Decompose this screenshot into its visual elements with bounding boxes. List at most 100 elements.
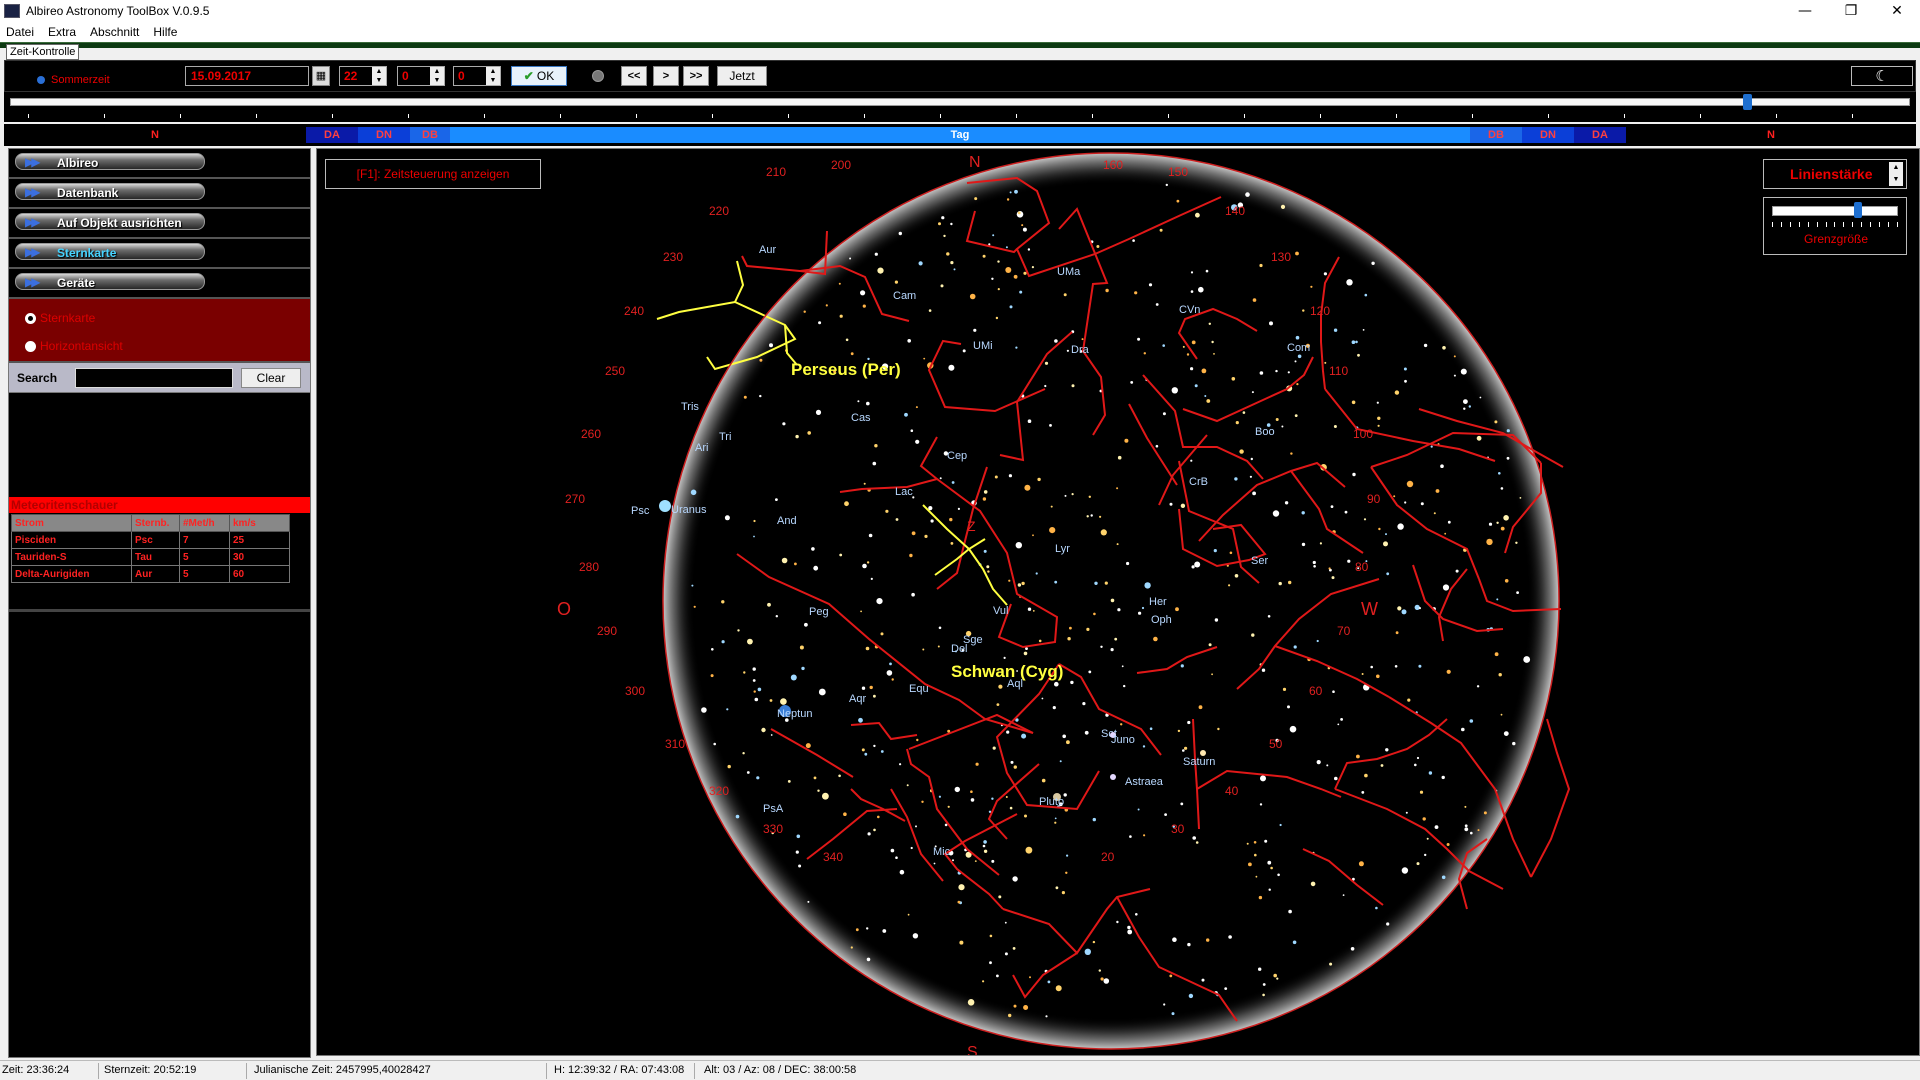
star	[1155, 444, 1159, 448]
star	[895, 518, 899, 521]
star	[857, 400, 860, 403]
star	[1268, 888, 1271, 891]
calendar-icon[interactable]: ▦	[312, 66, 330, 86]
table-row[interactable]: Tauriden-S Tau 5 30	[11, 548, 290, 566]
star	[1054, 580, 1058, 584]
star	[880, 750, 884, 753]
star	[1116, 920, 1119, 924]
star	[899, 869, 905, 875]
star	[818, 321, 822, 325]
star	[1252, 491, 1256, 496]
second-spin-arrows[interactable]: ▲ ▼	[486, 67, 500, 85]
time-control-tab[interactable]: Zeit-Kontrolle	[6, 44, 80, 60]
star	[1099, 515, 1102, 518]
star	[1352, 472, 1356, 477]
star	[1330, 505, 1334, 508]
line-width-spin-arrows[interactable]: ▲ ▼	[1889, 162, 1903, 186]
animation-indicator-icon[interactable]	[592, 70, 604, 82]
section-auf-objekt-ausrichten[interactable]: ▶▶ Auf Objekt ausrichten	[9, 209, 310, 239]
star	[1201, 978, 1205, 982]
star	[1483, 811, 1487, 815]
column-header[interactable]: #Met/h	[179, 514, 230, 532]
minute-spinner[interactable]: 0 ▲ ▼	[397, 66, 445, 86]
star	[1394, 390, 1400, 395]
star	[907, 913, 910, 916]
search-input[interactable]	[75, 368, 233, 388]
menu-datei[interactable]: Datei	[6, 25, 34, 39]
column-header[interactable]: Strom	[11, 514, 132, 532]
date-input[interactable]: 15.09.2017	[185, 66, 309, 86]
star	[775, 615, 778, 618]
close-button[interactable]: ✕	[1874, 0, 1920, 22]
star	[1262, 993, 1265, 997]
table-row[interactable]: Pisciden Psc 7 25	[11, 531, 290, 549]
star	[941, 216, 945, 220]
section-datenbank[interactable]: ▶▶ Datenbank	[9, 179, 310, 209]
star	[1500, 526, 1505, 531]
star	[1049, 527, 1056, 534]
star	[1071, 384, 1075, 388]
play-button[interactable]: >	[653, 66, 679, 86]
line-width-control[interactable]: Linienstärke ▲ ▼	[1763, 159, 1907, 189]
constellation-label: Tri	[719, 431, 731, 443]
section-sternkarte[interactable]: ▶▶ Sternkarte	[9, 239, 310, 269]
minimize-button[interactable]: —	[1782, 0, 1828, 22]
star	[839, 553, 843, 557]
column-header[interactable]: km/s	[229, 514, 290, 532]
table-row[interactable]: Delta-Aurigiden Aur 5 60	[11, 565, 290, 583]
ok-button[interactable]: ✔ OK	[511, 66, 567, 86]
section-geraete[interactable]: ▶▶ Geräte	[9, 269, 310, 299]
star	[1015, 346, 1018, 349]
second-spinner[interactable]: 0 ▲ ▼	[453, 66, 501, 86]
radio-sternkarte[interactable]: Sternkarte	[25, 311, 95, 325]
star	[1088, 495, 1091, 498]
star	[873, 744, 876, 748]
menu-hilfe[interactable]: Hilfe	[153, 25, 177, 39]
star	[1082, 702, 1086, 706]
sky-map-canvas[interactable]: Aur Cam UMa CVn Com Dra UMi Tri Ari Cas Boo Cep CrB L…	[317, 149, 1919, 1055]
time-slider[interactable]	[10, 98, 1910, 106]
now-button[interactable]: Jetzt	[717, 66, 767, 86]
column-header[interactable]: Sternb.	[131, 514, 180, 532]
star	[1010, 760, 1014, 764]
star	[895, 856, 898, 859]
slider-tick	[1472, 114, 1473, 118]
hour-spin-arrows[interactable]: ▲ ▼	[372, 67, 386, 85]
double-arrow-icon: ▶▶	[25, 155, 41, 169]
menu-extra[interactable]: Extra	[48, 25, 76, 39]
star	[1127, 925, 1131, 930]
sky-map-view[interactable]: Aur Cam UMa CVn Com Dra UMi Tri Ari Cas Boo Cep CrB L…	[316, 148, 1920, 1056]
star	[1190, 271, 1194, 274]
moon-phase-icon[interactable]: ☾	[1851, 66, 1913, 86]
limiting-magnitude-slider[interactable]	[1772, 206, 1898, 216]
star	[1171, 387, 1178, 394]
search-label: Search	[17, 371, 58, 385]
section-albireo[interactable]: ▶▶ Albireo	[9, 149, 310, 179]
time-slider-thumb[interactable]	[1742, 94, 1752, 110]
star	[1296, 383, 1299, 386]
maximize-button[interactable]: ❐	[1828, 0, 1874, 22]
star	[924, 534, 928, 538]
star	[1260, 775, 1266, 782]
menu-abschnitt[interactable]: Abschnitt	[90, 25, 139, 39]
step-back-button[interactable]: <<	[621, 66, 647, 86]
star	[1362, 329, 1365, 331]
star	[1358, 861, 1364, 867]
radio-horizontansicht[interactable]: Horizontansicht	[25, 339, 123, 353]
star	[1117, 608, 1121, 612]
minute-spin-arrows[interactable]: ▲ ▼	[430, 67, 444, 85]
cardinal-s: S	[967, 1044, 978, 1055]
toggle-time-control-button[interactable]: [F1]: Zeitsteuerung anzeigen	[325, 159, 541, 189]
star	[1135, 913, 1138, 916]
fast-forward-button[interactable]: >>	[683, 66, 709, 86]
clear-button[interactable]: Clear	[241, 368, 301, 388]
dst-indicator[interactable]: Sommerzeit	[37, 70, 110, 90]
star	[813, 565, 819, 571]
star	[1433, 512, 1436, 515]
star	[1442, 346, 1446, 350]
azimuth-label: 260	[581, 427, 601, 441]
limiting-magnitude-thumb[interactable]	[1853, 202, 1862, 218]
star	[1163, 1003, 1166, 1006]
hour-spinner[interactable]: 22 ▲ ▼	[339, 66, 387, 86]
star	[1201, 368, 1207, 374]
